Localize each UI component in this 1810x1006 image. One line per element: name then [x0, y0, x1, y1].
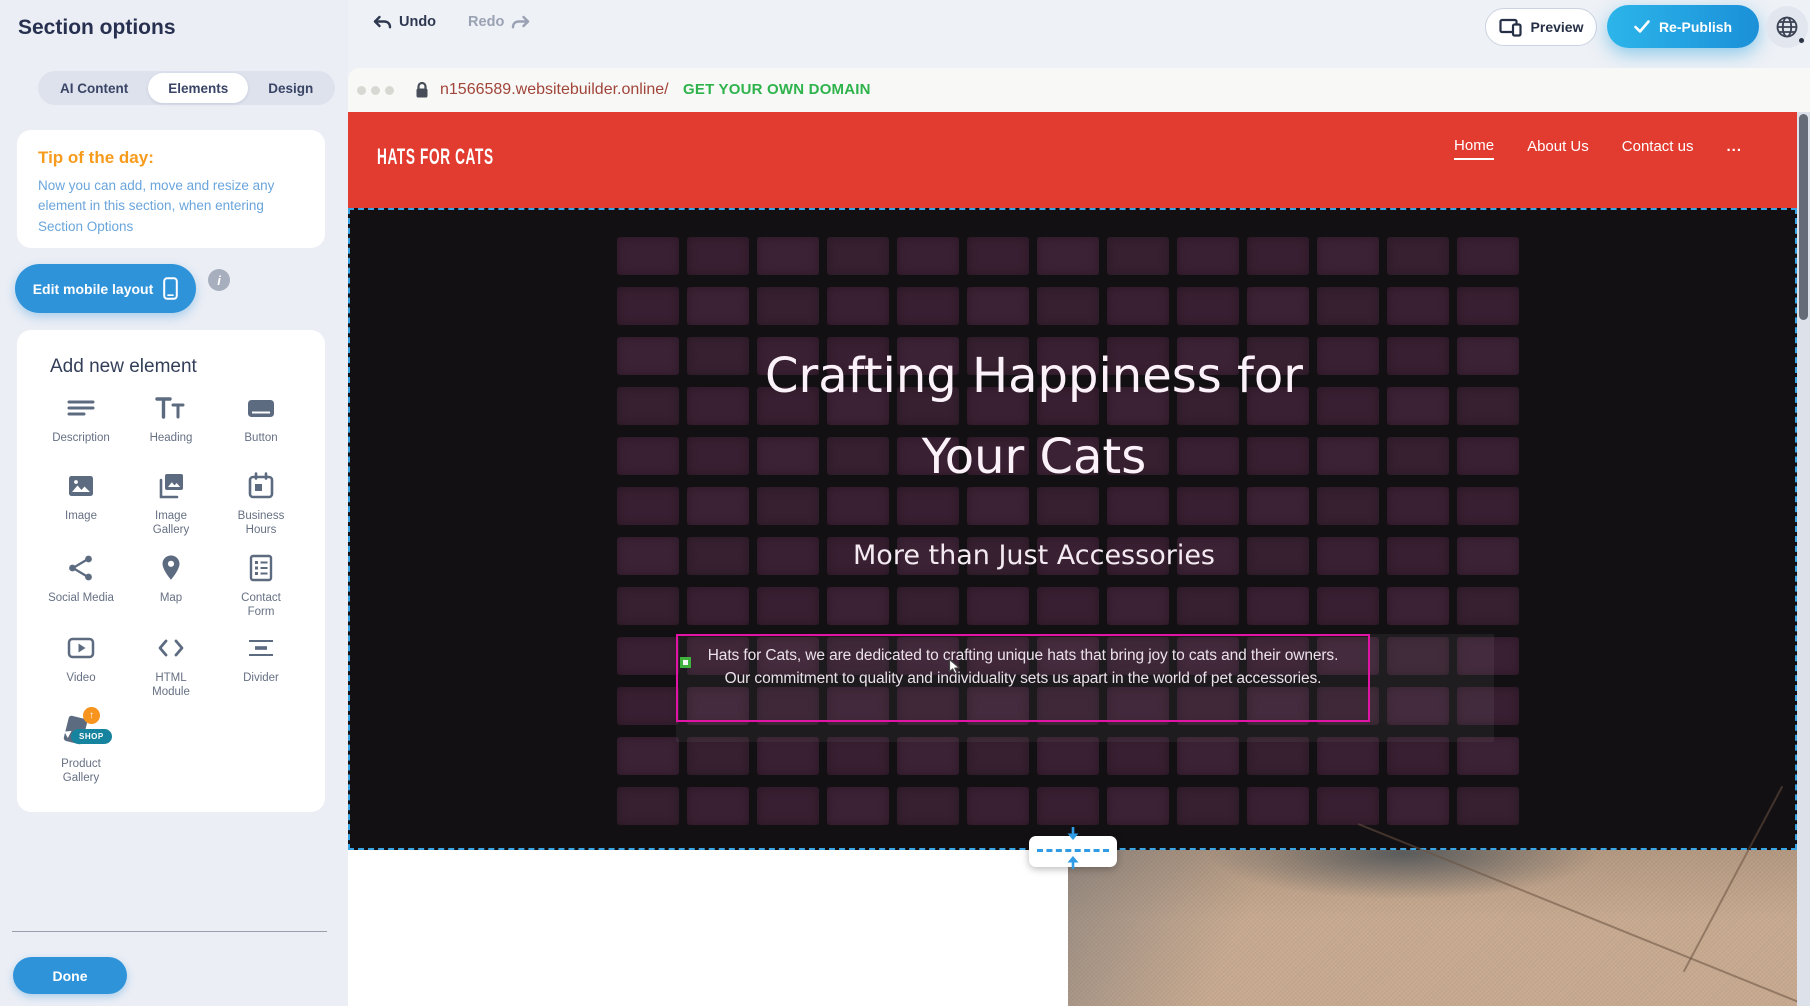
element-grid: Description Heading Button [36, 392, 306, 786]
highlight-band [1370, 634, 1494, 722]
undo-icon [373, 15, 392, 30]
edit-mobile-layout-button[interactable]: Edit mobile layout [15, 264, 196, 313]
get-your-own-domain-link[interactable]: GET YOUR OWN DOMAIN [683, 68, 871, 112]
sidebar-divider [12, 931, 327, 932]
element-image-gallery[interactable]: Image Gallery [126, 470, 216, 552]
panel-tabs: AI Content Elements Design [38, 71, 335, 105]
html-module-icon [156, 632, 186, 664]
redo-button[interactable]: Redo [468, 14, 530, 30]
hero-subheading[interactable]: More than Just Accessories [676, 539, 1392, 573]
window-dot [371, 86, 380, 95]
selected-text-element[interactable]: Hats for Cats, we are dedicated to craft… [676, 634, 1370, 722]
next-section-background [348, 850, 1068, 1006]
element-resize-handle[interactable] [680, 657, 691, 668]
highlight-band [676, 722, 1494, 742]
divider-icon [246, 632, 276, 664]
scrollbar-track [1797, 112, 1810, 1006]
add-element-panel: Add new element Description Hea [17, 330, 325, 812]
done-button[interactable]: Done [13, 957, 127, 994]
upgrade-arrow-badge: ↑ [83, 707, 100, 724]
element-button[interactable]: Button [216, 392, 306, 470]
element-video[interactable]: Video [36, 632, 126, 712]
nav-about-us[interactable]: About Us [1527, 135, 1589, 159]
element-html-module[interactable]: HTML Module [126, 632, 216, 712]
tab-elements[interactable]: Elements [148, 73, 248, 103]
app-root: Section options AI Content Elements Desi… [0, 0, 1810, 1006]
element-divider[interactable]: Divider [216, 632, 306, 712]
floor-photo [1068, 850, 1797, 1006]
nav-home[interactable]: Home [1454, 134, 1494, 160]
scrollbar-thumb[interactable] [1799, 114, 1808, 320]
heading-icon [154, 392, 188, 424]
tab-ai-content[interactable]: AI Content [40, 73, 148, 103]
hero-heading[interactable]: Crafting Happiness for Your Cats [676, 336, 1392, 498]
element-image[interactable]: Image [36, 470, 126, 552]
element-product-gallery[interactable]: ↑ SHOP Product Gallery [36, 712, 126, 786]
section-height-resize-handle[interactable] [1029, 836, 1117, 867]
arrow-up-icon [1066, 853, 1080, 869]
window-dot [385, 86, 394, 95]
element-business-hours[interactable]: Business Hours [216, 470, 306, 552]
tip-of-the-day-card: Tip of the day: Now you can add, move an… [17, 130, 325, 248]
tab-design[interactable]: Design [248, 73, 333, 103]
tip-title: Tip of the day: [38, 148, 154, 168]
site-logo[interactable]: HATS FOR CATS [377, 143, 494, 171]
phone-icon [163, 277, 178, 300]
info-icon[interactable]: i [208, 269, 230, 291]
tip-body: Now you can add, move and resize any ele… [38, 176, 310, 237]
nav-contact-us[interactable]: Contact us [1622, 135, 1694, 159]
check-icon [1634, 20, 1650, 33]
business-hours-icon [246, 470, 276, 502]
undo-button[interactable]: Undo [373, 14, 436, 30]
description-icon [66, 392, 96, 424]
element-heading[interactable]: Heading [126, 392, 216, 470]
devices-icon [1499, 18, 1523, 37]
button-icon [246, 392, 276, 424]
preview-button[interactable]: Preview [1485, 8, 1597, 46]
hero-section[interactable]: Crafting Happiness for Your Cats More th… [348, 208, 1797, 850]
browser-address-bar: n1566589.websitebuilder.online/ GET YOUR… [348, 68, 1810, 112]
site-preview-viewport: HATS FOR CATS Home About Us Contact us .… [348, 112, 1810, 1006]
redo-icon [511, 15, 530, 30]
element-social-media[interactable]: Social Media [36, 552, 126, 632]
element-contact-form[interactable]: Contact Form [216, 552, 306, 632]
map-icon [156, 552, 186, 584]
add-element-title: Add new element [50, 356, 197, 378]
element-map[interactable]: Map [126, 552, 216, 632]
contact-form-icon [246, 552, 276, 584]
social-media-icon [66, 552, 96, 584]
history-controls: Undo Redo [373, 14, 530, 30]
globe-icon [1775, 15, 1799, 39]
product-gallery-icon: ↑ SHOP [62, 712, 100, 750]
video-icon [66, 632, 96, 664]
notification-dot [1798, 37, 1805, 44]
site-nav: Home About Us Contact us ... [1454, 134, 1742, 160]
republish-button[interactable]: Re-Publish [1607, 5, 1759, 48]
image-icon [66, 470, 96, 502]
edit-mobile-layout-label: Edit mobile layout [33, 281, 154, 297]
element-description[interactable]: Description [36, 392, 126, 470]
dashed-line [1037, 849, 1109, 852]
arrow-down-icon [1066, 827, 1080, 843]
page-title: Section options [18, 16, 176, 40]
shop-badge: SHOP [71, 729, 112, 744]
nav-more[interactable]: ... [1726, 135, 1742, 159]
section-options-sidebar: Section options AI Content Elements Desi… [0, 0, 348, 1006]
site-url[interactable]: n1566589.websitebuilder.online/ [440, 68, 669, 112]
window-dot [357, 86, 366, 95]
lock-icon [414, 80, 430, 100]
language-globe-button[interactable] [1766, 6, 1808, 48]
site-header: HATS FOR CATS Home About Us Contact us .… [348, 112, 1797, 208]
image-gallery-icon [156, 470, 186, 502]
